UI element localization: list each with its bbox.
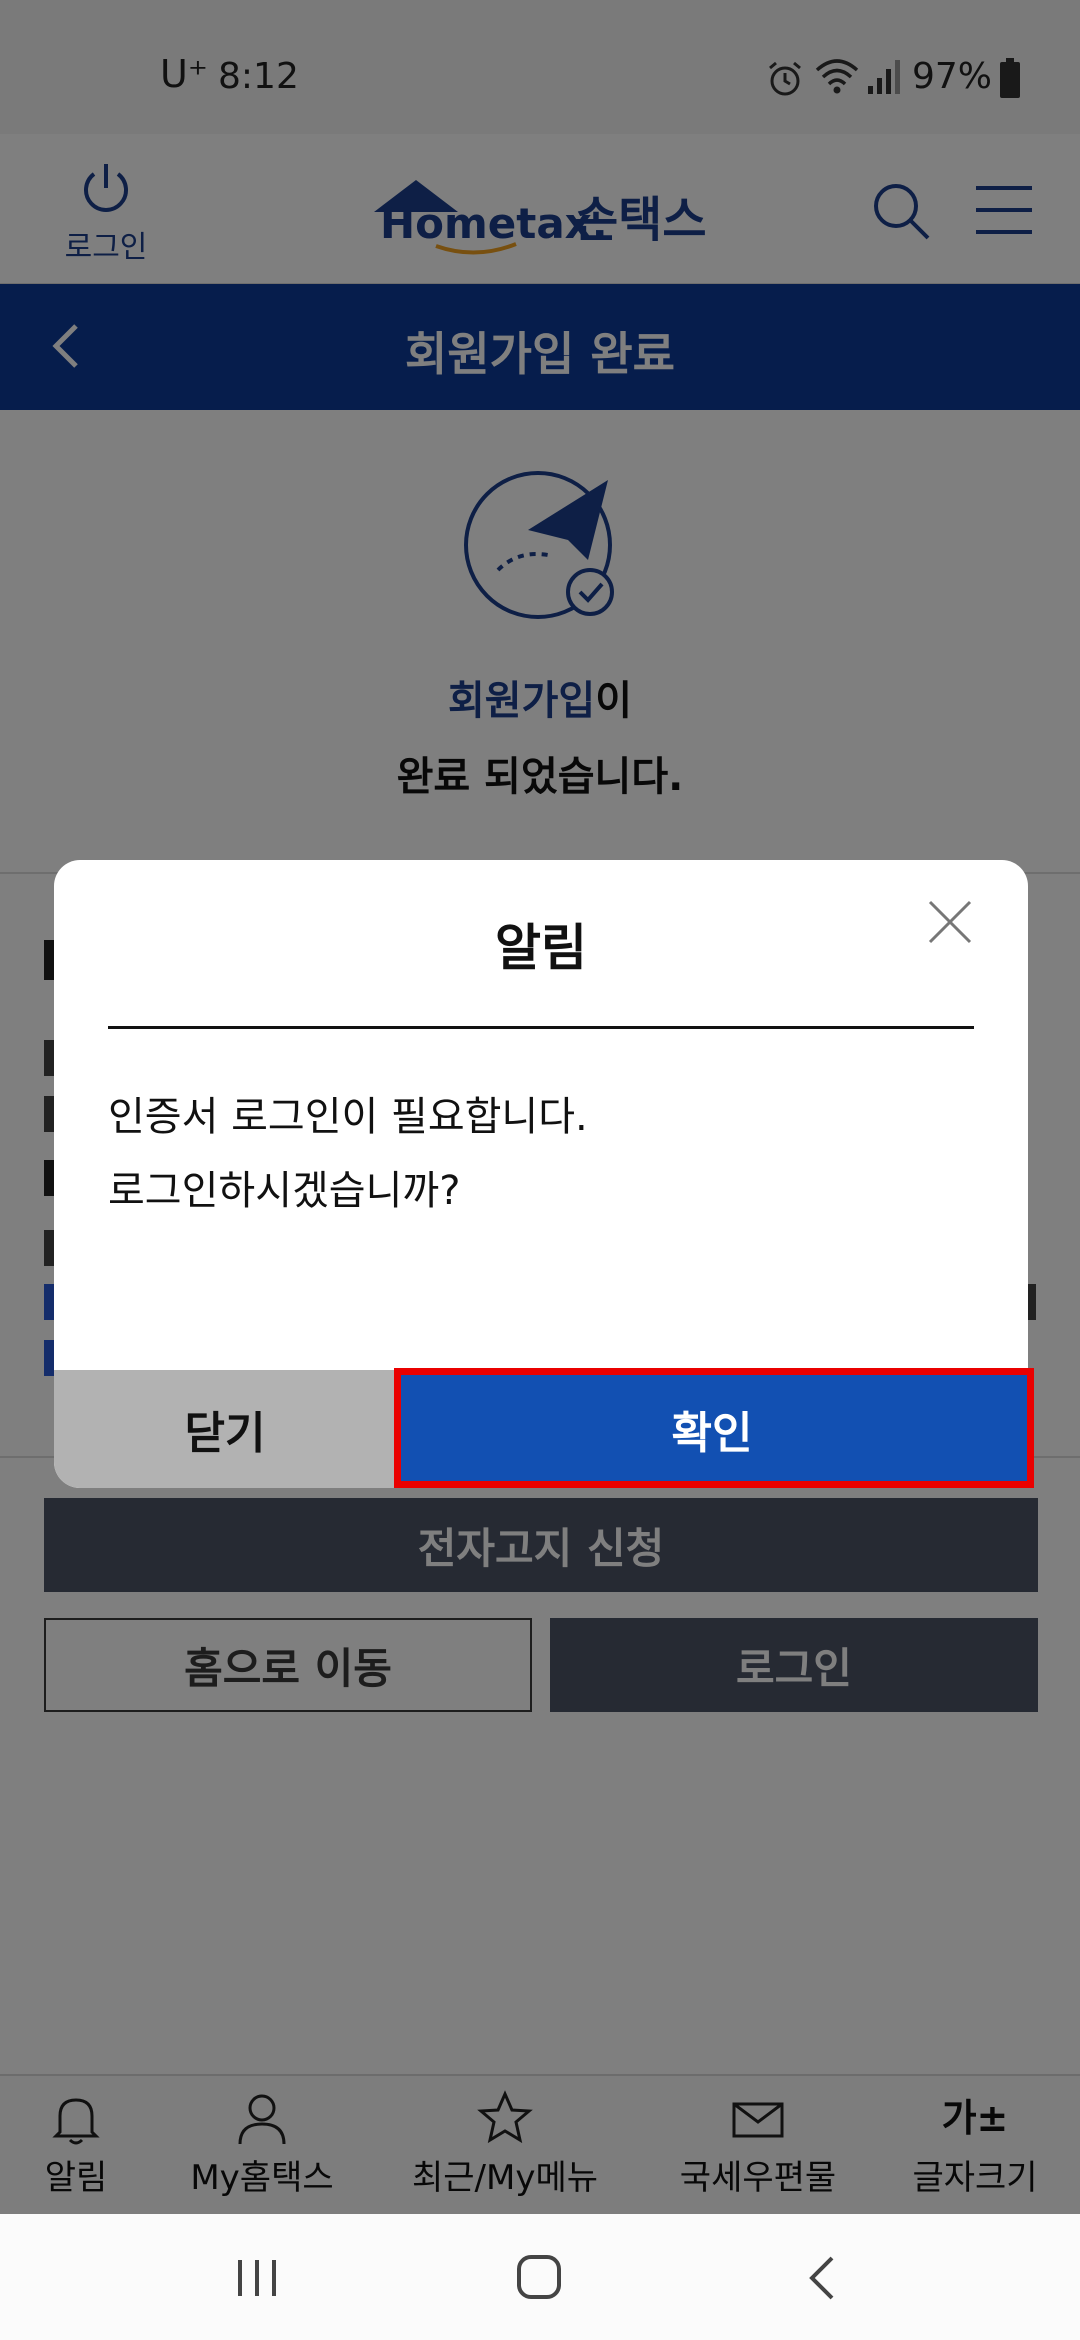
recent-apps-icon[interactable]: [234, 2256, 280, 2300]
back-icon[interactable]: [804, 2254, 840, 2302]
highlight-box: [394, 1368, 1034, 1488]
dialog-divider: [108, 1026, 974, 1029]
dialog-message-line1: 인증서 로그인이 필요합니다.: [108, 1094, 588, 1140]
dialog-message-line2: 로그인하시겠습니까?: [108, 1168, 461, 1214]
dialog-title: 알림: [495, 919, 587, 977]
dialog-close-button[interactable]: 닫기: [54, 1370, 396, 1488]
close-icon[interactable]: [924, 896, 976, 948]
home-icon[interactable]: [514, 2252, 564, 2302]
